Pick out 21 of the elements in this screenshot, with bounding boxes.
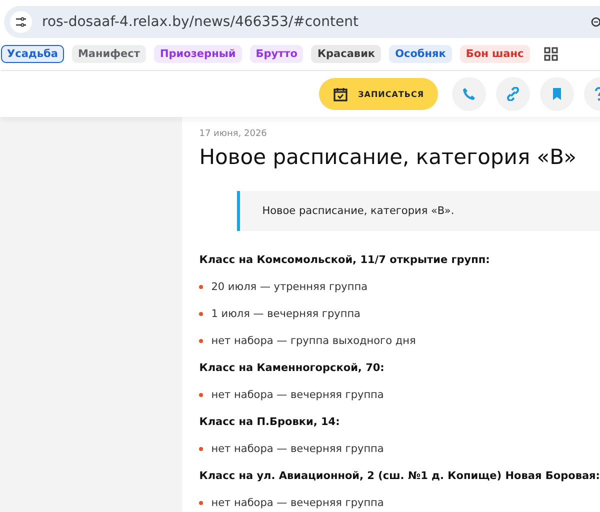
list-item: нет набора — вечерняя группа [211,389,384,401]
bookmark[interactable]: Приозерный [154,45,242,63]
list-item: 1 июля — вечерняя группа [211,308,360,320]
list-item: 20 июля — утренняя группа [211,281,368,293]
signup-button[interactable]: ЗАПИСАТЬСЯ [319,78,438,110]
bookmark[interactable]: Усадьба [1,45,64,63]
bookmark[interactable]: Особняк [389,45,452,63]
section-heading: Класс на Каменногорской, 70: [199,362,386,374]
section-heading: Класс на Комсомольской, 11/7 открытие групп: [199,254,491,266]
section-heading: Класс на ул. Авиационной, 2 (сш. №1 д. Копище) Новая Боровая: [199,470,600,482]
bookmark[interactable]: Бон шанс [460,45,530,63]
bookmark[interactable]: Манифест [72,45,146,63]
list-item: нет набора — группа выходного дня [211,335,416,347]
article-quote: Новое расписание, категория «B». [237,191,600,231]
bookmark[interactable]: Брутто [250,45,304,63]
article-title: Новое расписание, категория «B» [199,145,578,169]
section-heading: Класс на П.Бровки, 14: [199,416,341,428]
bookmark[interactable]: Красавик [311,45,382,63]
article-date: 17 июня, 2026 [199,129,268,139]
list-item: нет набора — вечерняя группа [211,443,384,455]
list-item: нет набора — вечерняя группа [211,497,384,509]
